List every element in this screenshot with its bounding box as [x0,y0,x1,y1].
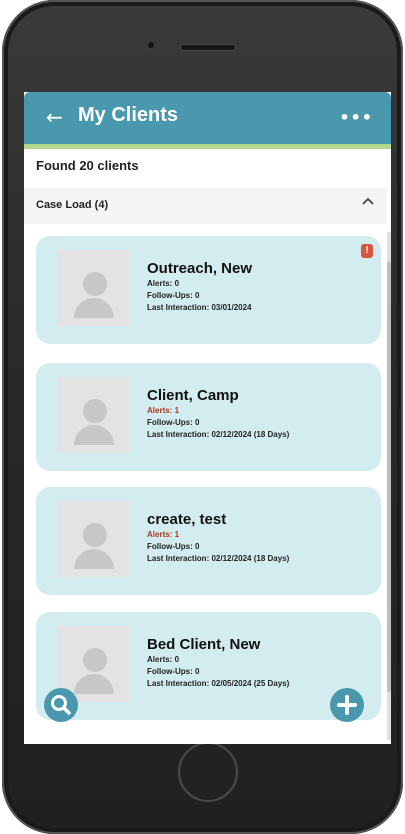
section-label: Case Load (4) [36,199,109,211]
screen: ← My Clients ••• Found 20 clients Case L… [24,92,391,744]
chevron-up-icon[interactable] [361,195,375,213]
client-card[interactable]: create, test Alerts: 1 Follow-Ups: 0 Las… [36,487,381,595]
scrollbar[interactable] [387,232,391,740]
client-card[interactable]: Outreach, New Alerts: 0 Follow-Ups: 0 La… [36,236,381,344]
client-card[interactable]: Client, Camp Alerts: 1 Follow-Ups: 0 Las… [36,363,381,471]
avatar-placeholder-icon [58,250,130,326]
case-load-section-header[interactable]: Case Load (4) [24,188,387,224]
camera [147,41,155,49]
page-title: My Clients [78,104,179,126]
followups-count: Follow-Ups: 0 [147,418,200,427]
followups-count: Follow-Ups: 0 [147,542,200,551]
last-interaction: Last Interaction: 02/12/2024 (18 Days) [147,430,290,439]
followups-count: Follow-Ups: 0 [147,667,200,676]
avatar-placeholder-icon [58,377,130,453]
back-arrow-icon[interactable]: ← [46,106,68,128]
plus-icon [337,695,357,715]
avatar-placeholder-icon [58,501,130,577]
client-name: create, test [147,511,227,528]
add-client-button[interactable] [330,688,364,722]
client-name: Bed Client, New [147,636,261,653]
client-name: Client, Camp [147,387,239,404]
search-button[interactable] [44,688,78,722]
alerts-count: Alerts: 0 [147,655,180,664]
last-interaction: Last Interaction: 02/05/2024 (25 Days) [147,679,290,688]
alerts-count: Alerts: 1 [147,530,180,539]
phone-frame: ← My Clients ••• Found 20 clients Case L… [2,0,403,834]
home-button[interactable] [178,742,238,802]
alerts-count: Alerts: 1 [147,406,180,415]
scrollbar-thumb[interactable] [387,262,391,692]
followups-count: Follow-Ups: 0 [147,291,200,300]
results-count: Found 20 clients [36,158,139,173]
alerts-count: Alerts: 0 [147,279,180,288]
alert-badge-icon: ! [361,244,373,258]
app-header: ← My Clients ••• [24,92,391,149]
more-options-icon[interactable]: ••• [339,108,373,127]
last-interaction: Last Interaction: 02/12/2024 (18 Days) [147,554,290,563]
speaker [180,44,236,51]
search-icon [51,695,71,715]
client-name: Outreach, New [147,260,253,277]
last-interaction: Last Interaction: 03/01/2024 [147,303,252,312]
